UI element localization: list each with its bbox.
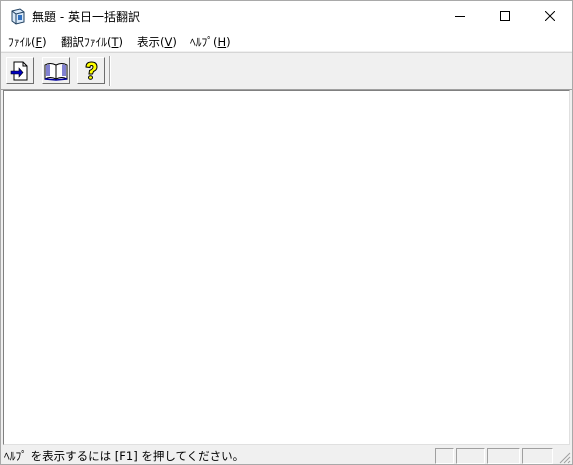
menu-file[interactable]: ﾌｧｲﾙ(F) (8, 34, 47, 50)
status-text: ﾍﾙﾌﾟ を表示するには [F1] を押してください。 (4, 449, 245, 463)
menu-file-label: ﾌｧｲﾙ( (8, 35, 36, 49)
close-icon (544, 11, 555, 21)
status-pane-1 (435, 448, 454, 464)
minimize-button[interactable] (437, 1, 482, 31)
window-title: 無題 - 英日一括翻訳 (32, 10, 140, 24)
dictionary-button[interactable] (42, 57, 70, 84)
toolbar-separator (109, 56, 111, 86)
open-file-icon (10, 61, 28, 80)
help-button[interactable] (77, 57, 105, 84)
menu-help-label: ﾍﾙﾌﾟ( (190, 35, 218, 49)
maximize-icon (499, 11, 510, 21)
title-bar[interactable]: 無題 - 英日一括翻訳 (1, 1, 572, 31)
document-area[interactable] (3, 90, 570, 445)
menu-translate-file-suffix: ) (118, 35, 124, 49)
status-pane-2 (456, 448, 485, 464)
status-pane-4 (522, 448, 553, 464)
app-window: 無題 - 英日一括翻訳 ﾌｧｲﾙ(F) 翻訳ﾌｧｲﾙ(T) 表示(V) ﾍﾙﾌﾟ… (0, 0, 573, 465)
menu-view-label: 表示( (137, 35, 165, 49)
menu-help[interactable]: ﾍﾙﾌﾟ(H) (190, 34, 231, 50)
menu-file-suffix: ) (42, 35, 47, 49)
maximize-button[interactable] (482, 1, 527, 31)
toolbar (1, 52, 572, 90)
resize-grip-icon[interactable] (558, 451, 571, 464)
menu-view-suffix: ) (172, 35, 177, 49)
dictionary-book-icon (44, 62, 68, 81)
menu-help-accel: H (217, 35, 227, 49)
menu-bar: ﾌｧｲﾙ(F) 翻訳ﾌｧｲﾙ(T) 表示(V) ﾍﾙﾌﾟ(H) (1, 31, 572, 51)
menu-translate-file-label: 翻訳ﾌｧｲﾙ( (61, 35, 112, 49)
menu-translate-file-accel: T (111, 35, 119, 49)
minimize-icon (454, 16, 465, 17)
menu-translate-file[interactable]: 翻訳ﾌｧｲﾙ(T) (61, 34, 123, 50)
help-question-icon (85, 60, 98, 80)
status-bar: ﾍﾙﾌﾟ を表示するには [F1] を押してください。 (1, 447, 572, 464)
status-pane-3 (487, 448, 520, 464)
open-file-button[interactable] (6, 57, 34, 84)
app-icon (11, 8, 25, 25)
close-button[interactable] (527, 1, 572, 31)
menu-view[interactable]: 表示(V) (137, 34, 177, 50)
menu-help-suffix: ) (226, 35, 231, 49)
